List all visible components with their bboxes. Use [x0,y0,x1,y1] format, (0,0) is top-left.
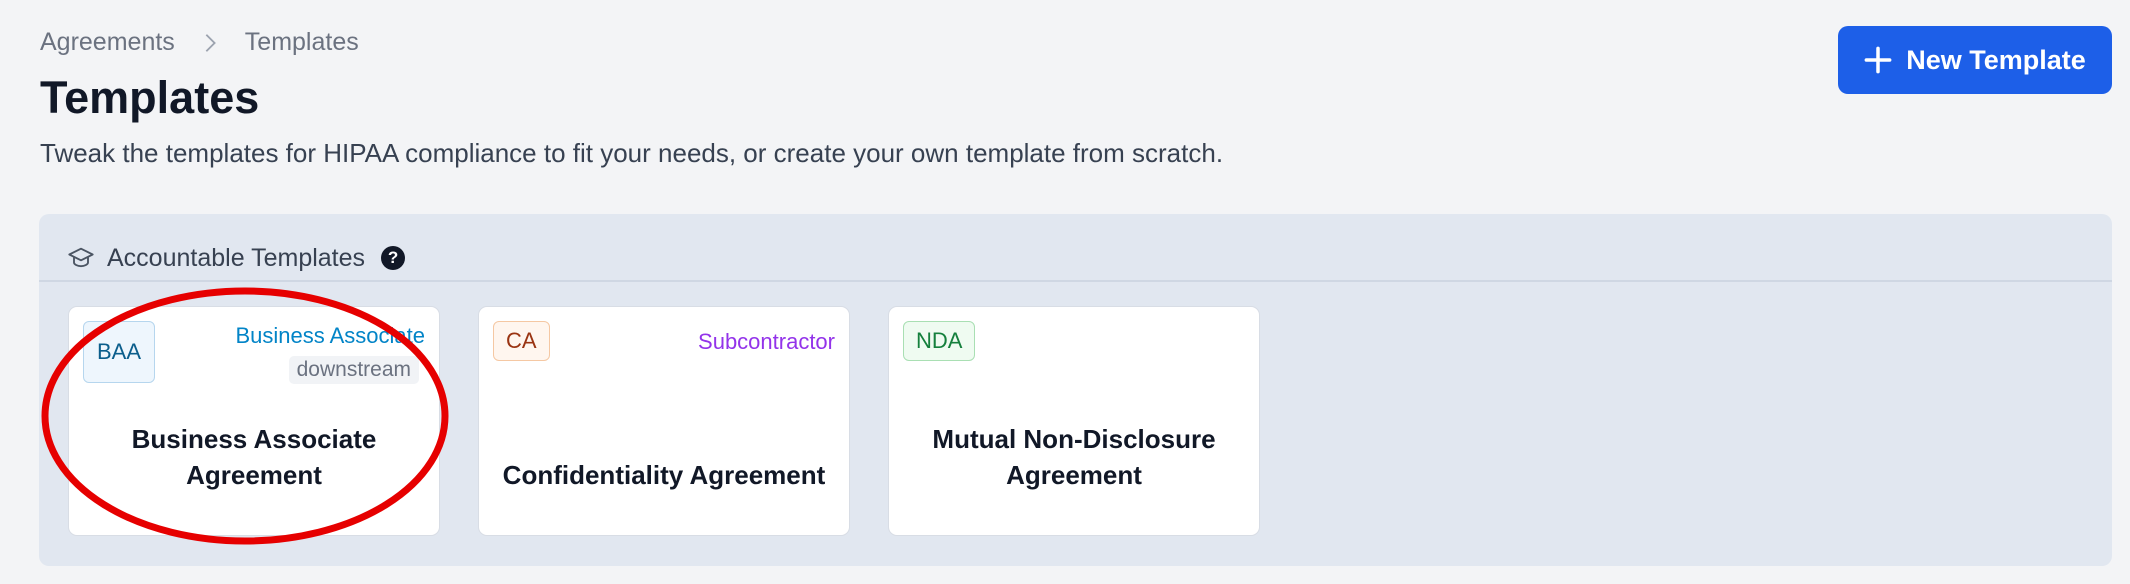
help-icon[interactable]: ? [381,246,406,270]
graduation-cap-icon [68,247,94,268]
breadcrumb: Agreements Templates [40,28,359,57]
breadcrumb-current: Templates [244,28,359,56]
accountable-templates-panel: Accountable Templates ? BAA Business Ass… [39,214,2112,566]
template-card-ca[interactable]: CA Subcontractor Confidentiality Agreeme… [478,306,850,536]
template-type-label: Business Associate [235,323,425,348]
template-type-label: Subcontractor [698,329,835,354]
chevron-right-icon [205,33,216,52]
template-title: Business Associate Agreement [131,424,377,490]
page-title: Templates [40,72,260,123]
template-card-nda[interactable]: NDA Mutual Non-Disclosure Agreement [888,306,1260,536]
template-badge: NDA [903,321,976,361]
divider [39,280,2112,282]
plus-icon [1864,46,1892,74]
template-card-baa[interactable]: BAA Business Associate downstream Busine… [68,306,440,536]
breadcrumb-link-agreements[interactable]: Agreements [40,28,175,57]
template-badge: CA [493,321,550,361]
new-template-button[interactable]: New Template [1838,26,2112,94]
page-subtitle: Tweak the templates for HIPAA compliance… [40,138,1224,168]
template-title: Confidentiality Agreement [502,460,826,490]
template-tag: downstream [288,356,419,384]
template-badge: BAA [83,321,155,383]
new-template-label: New Template [1906,44,2086,75]
section-title: Accountable Templates [107,243,366,272]
panel-header: Accountable Templates ? [67,230,406,286]
template-title: Mutual Non-Disclosure Agreement [932,424,1216,490]
